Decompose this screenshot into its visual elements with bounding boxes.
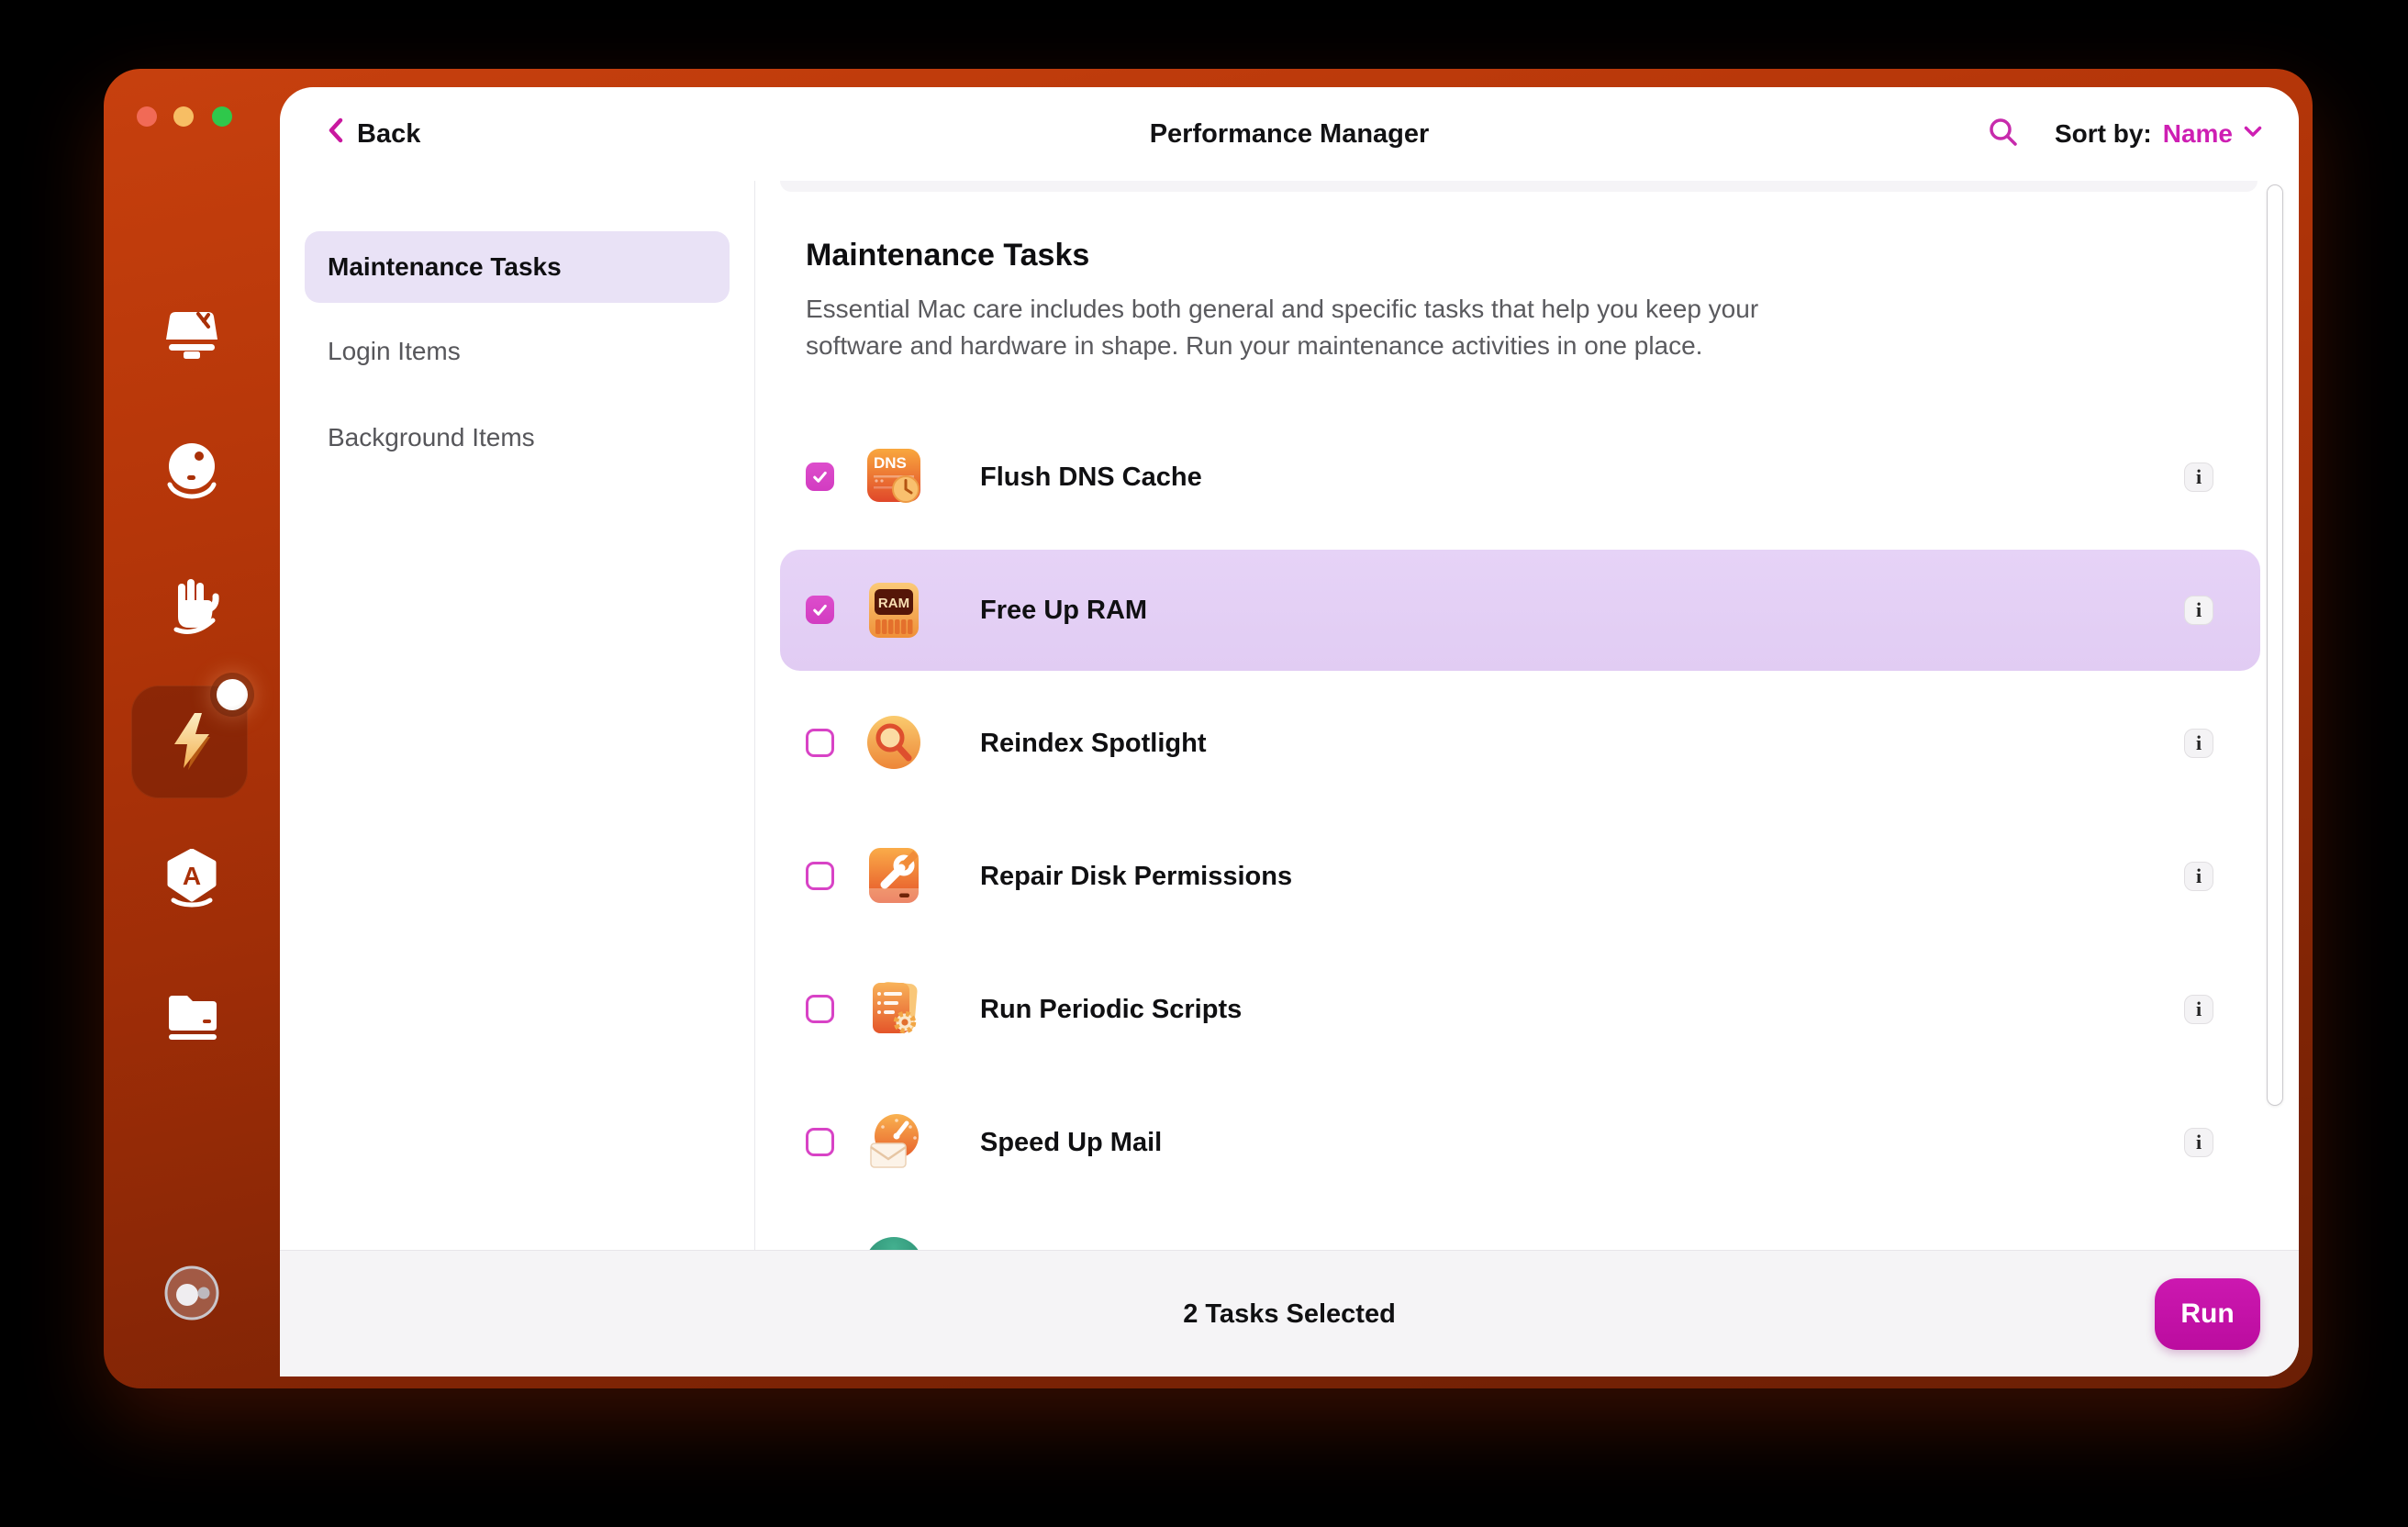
zoom-window-button[interactable] <box>212 106 232 127</box>
repair-disk-icon <box>864 847 923 906</box>
nav-item-background-items[interactable]: Background Items <box>305 402 730 474</box>
task-row-speed-up-mail[interactable]: Speed Up Mail i <box>780 1082 2260 1203</box>
run-button[interactable]: Run <box>2155 1278 2260 1350</box>
checkbox-unchecked[interactable] <box>806 729 834 757</box>
performance-manager-panel: Back Performance Manager Sort by: Name M… <box>280 87 2299 1377</box>
checkbox-unchecked[interactable] <box>806 995 834 1023</box>
assistant-icon[interactable] <box>163 1265 220 1321</box>
checkbox-checked[interactable] <box>806 463 834 491</box>
scrolled-item-edge <box>780 181 2258 192</box>
task-row-reindex-spotlight[interactable]: Reindex Spotlight i <box>780 683 2260 804</box>
nav-divider <box>754 181 755 1250</box>
svg-text:A: A <box>183 862 201 890</box>
task-label: Flush DNS Cache <box>980 462 1202 492</box>
app-window: A Back Performance Manager Sort by: Name… <box>104 69 2313 1388</box>
svg-text:RAM: RAM <box>878 596 909 611</box>
applications-icon[interactable]: A <box>163 849 220 911</box>
minimize-window-button[interactable] <box>173 106 194 127</box>
section-description: Essential Mac care includes both general… <box>806 295 1759 360</box>
checkbox-checked[interactable] <box>806 596 834 624</box>
sort-by-dropdown[interactable]: Sort by: Name <box>2055 119 2262 149</box>
chevron-down-icon <box>2244 126 2262 142</box>
sort-by-value: Name <box>2162 119 2233 148</box>
privacy-hand-icon[interactable] <box>163 576 220 635</box>
task-label: Reindex Spotlight <box>980 728 1207 758</box>
info-button[interactable]: i <box>2184 995 2213 1024</box>
speed-up-mail-icon <box>864 1113 923 1172</box>
info-button[interactable]: i <box>2184 1128 2213 1157</box>
info-button[interactable]: i <box>2184 596 2213 625</box>
svg-text:DNS: DNS <box>874 454 907 472</box>
task-label: Run Periodic Scripts <box>980 994 1243 1024</box>
performance-badge <box>217 679 248 710</box>
nav-item-login-items[interactable]: Login Items <box>305 316 730 387</box>
search-icon[interactable] <box>1987 116 2020 153</box>
info-button[interactable]: i <box>2184 463 2213 492</box>
nav-item-maintenance-tasks[interactable]: Maintenance Tasks <box>305 231 730 303</box>
free-up-ram-icon: RAM <box>864 581 923 640</box>
sort-by-label: Sort by: <box>2054 119 2152 148</box>
task-row-repair-disk-permissions[interactable]: Repair Disk Permissions i <box>780 816 2260 937</box>
close-window-button[interactable] <box>137 106 157 127</box>
checkbox-unchecked[interactable] <box>806 862 834 890</box>
task-label: Free Up RAM <box>980 595 1148 625</box>
folder-icon[interactable] <box>163 988 220 1040</box>
task-label: Speed Up Mail <box>980 1127 1163 1157</box>
reindex-spotlight-icon <box>864 714 923 773</box>
vertical-scrollbar-thumb[interactable] <box>2267 184 2283 1106</box>
task-label: Repair Disk Permissions <box>980 861 1293 891</box>
protection-icon[interactable] <box>164 442 219 499</box>
task-row-flush-dns-cache[interactable]: DNS Flush DNS Cache i <box>780 417 2260 538</box>
selected-tasks-status: 2 Tasks Selected <box>1183 1299 1396 1329</box>
footer-bar: 2 Tasks Selected Run <box>280 1250 2299 1377</box>
checkbox-unchecked[interactable] <box>806 1128 834 1156</box>
performance-bolt-icon[interactable] <box>164 711 216 772</box>
cleanup-icon[interactable] <box>162 309 221 362</box>
task-row-free-up-ram[interactable]: RAM Free Up RAM i <box>780 550 2260 671</box>
info-button[interactable]: i <box>2184 729 2213 758</box>
info-button[interactable]: i <box>2184 862 2213 891</box>
periodic-scripts-icon <box>864 980 923 1039</box>
task-row-run-periodic-scripts[interactable]: Run Periodic Scripts i <box>780 949 2260 1070</box>
section-title: Maintenance Tasks <box>806 238 1090 273</box>
flush-dns-icon: DNS <box>864 448 923 507</box>
